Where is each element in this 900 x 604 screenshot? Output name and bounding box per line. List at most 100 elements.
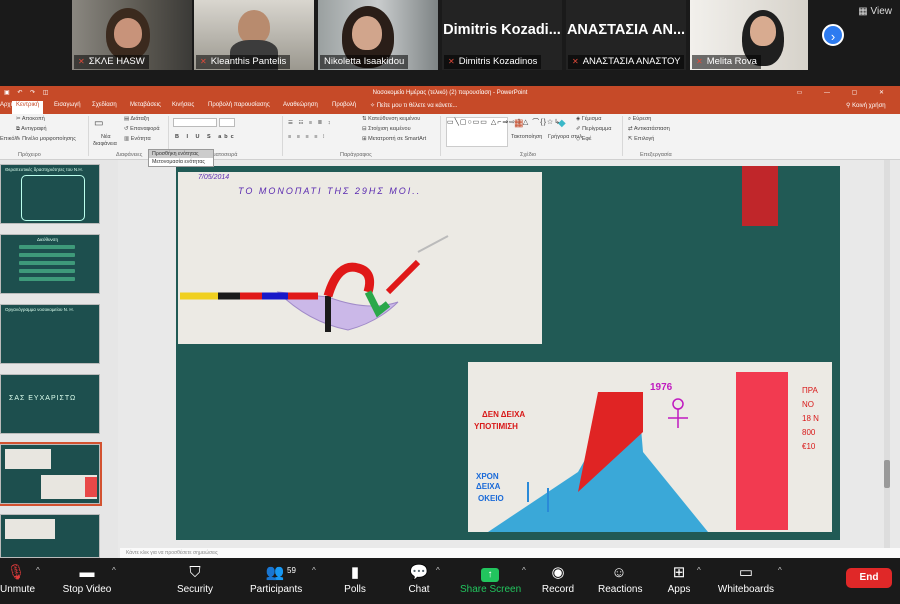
tab-insert[interactable]: Εισαγωγή bbox=[54, 102, 81, 108]
share-button[interactable]: ⚲ Κοινή χρήση bbox=[846, 102, 886, 109]
unmute-button[interactable]: 🎙 Unmute bbox=[0, 562, 36, 602]
slide-thumbnail-selected[interactable] bbox=[0, 442, 102, 506]
layout-button[interactable]: ▤ Διάταξη bbox=[124, 116, 149, 122]
shape-effects-button[interactable]: ◇ Εφέ bbox=[576, 136, 591, 142]
stop-video-label: Stop Video bbox=[62, 584, 112, 595]
slide-thumbnail[interactable]: Διεύθυνση bbox=[0, 234, 100, 294]
font-name-box[interactable] bbox=[173, 118, 217, 127]
slide-thumbnail[interactable]: ΣΑΣ ΕΥΧΑΡΙΣΤΩ bbox=[0, 374, 100, 434]
smartart-button[interactable]: ⊞ Μετατροπή σε SmartArt bbox=[362, 136, 426, 142]
tab-slideshow[interactable]: Προβολή παρουσίασης bbox=[208, 102, 270, 108]
vertical-scrollbar[interactable] bbox=[884, 160, 890, 548]
record-button[interactable]: ◉ Record bbox=[540, 562, 576, 602]
text-direction-button[interactable]: ⇅ Κατεύθυνση κειμένου bbox=[362, 116, 420, 122]
select-button[interactable]: ⇱ Επιλογή bbox=[628, 136, 654, 142]
view-button[interactable]: ▦ View bbox=[858, 6, 892, 17]
stop-video-button[interactable]: ▬ Stop Video bbox=[62, 562, 112, 602]
chevron-up-icon[interactable]: ^ bbox=[522, 566, 526, 575]
group-label-slides: Διαφάνειες bbox=[116, 152, 143, 158]
participant-tile[interactable]: ΑΝΑΣΤΑΣΙΑ ΑΝ... ✕ ΑΝΑΣΤΑΣΙΑ ΑΝΑΣΤΟΥ bbox=[566, 0, 686, 70]
chevron-up-icon[interactable]: ^ bbox=[112, 566, 116, 575]
slide-thumbnails-pane: Θεραπευτικές δραστηριότητες του Ν.Η. Διε… bbox=[0, 160, 118, 558]
shape-outline-button[interactable]: ✐ Περίγραμμα bbox=[576, 126, 612, 132]
drawing-text: ΔΕΝ ΔΕΙΧΑ bbox=[482, 410, 526, 419]
find-button[interactable]: ⌕ Εύρεση bbox=[628, 116, 651, 123]
copy-button[interactable]: ⧉ Αντιγραφή bbox=[16, 126, 47, 133]
end-meeting-button[interactable]: End bbox=[846, 568, 892, 588]
slide-thumbnail[interactable]: Θεραπευτικές δραστηριότητες του Ν.Η. bbox=[0, 164, 100, 224]
tab-review[interactable]: Αναθεώρηση bbox=[283, 102, 318, 108]
tab-design[interactable]: Σχεδίαση bbox=[92, 102, 117, 108]
next-page-button[interactable]: › bbox=[822, 24, 844, 46]
window-controls[interactable]: ▭ — ▢ ✕ bbox=[797, 86, 894, 100]
security-button[interactable]: ⛉ Security bbox=[176, 562, 214, 602]
thumbnail-photo bbox=[5, 449, 51, 469]
tab-home[interactable]: Κεντρική bbox=[12, 101, 44, 114]
quick-access-icons[interactable]: ▣ ↶ ↷ ◫ bbox=[4, 86, 51, 100]
chevron-up-icon[interactable]: ^ bbox=[778, 566, 782, 575]
tab-transitions[interactable]: Μεταβάσεις bbox=[130, 102, 161, 108]
thumbnail-title: Διεύθυνση bbox=[37, 237, 58, 242]
group-label-editing: Επεξεργασία bbox=[640, 152, 672, 158]
muted-mic-icon: ✕ bbox=[696, 57, 703, 66]
slide-thumbnail[interactable]: Οργανόγραμμα νοσοκομείου Ν. Η. bbox=[0, 304, 100, 364]
tab-animations[interactable]: Κινήσεις bbox=[172, 102, 194, 108]
new-slide-button[interactable]: Νέα bbox=[101, 134, 111, 140]
thumbnail-red-mark bbox=[85, 477, 97, 497]
shield-icon: ⛉ bbox=[189, 564, 201, 581]
chevron-up-icon[interactable]: ^ bbox=[436, 566, 440, 575]
cut-button[interactable]: ✂ Αποκοπή bbox=[16, 116, 45, 122]
alignment-buttons[interactable]: ≡ ≡ ≡ ≡ ⁞ bbox=[288, 134, 326, 140]
chat-button[interactable]: 💬 Chat bbox=[406, 562, 432, 602]
muted-mic-icon: ✕ bbox=[200, 57, 207, 66]
participant-strip: ✕ ΣΚΛΕ HASW ✕ Kleanthis Pantelis Nikoletta… bbox=[0, 0, 900, 86]
reactions-button[interactable]: ☺ Reactions bbox=[598, 562, 643, 602]
thumbnail-bar bbox=[19, 269, 75, 273]
replace-button[interactable]: ⇄ Αντικατάσταση bbox=[628, 126, 670, 132]
paste-button[interactable]: Επικόλ. bbox=[0, 136, 19, 142]
menu-item-add-section[interactable]: Προσθήκη ενότητας bbox=[149, 150, 213, 158]
apps-button[interactable]: ⊞ Apps bbox=[666, 562, 692, 602]
face bbox=[352, 16, 382, 50]
smiley-plus-icon: ☺ bbox=[611, 564, 627, 581]
share-screen-button[interactable]: ↑ Share Screen bbox=[460, 562, 521, 602]
record-icon: ◉ bbox=[551, 564, 565, 581]
shape-fill-button[interactable]: ◈ Γέμισμα bbox=[576, 116, 601, 122]
chevron-up-icon[interactable]: ^ bbox=[312, 566, 316, 575]
notes-pane[interactable]: Κάντε κλικ για να προσθέσετε σημειώσεις bbox=[120, 548, 900, 558]
reactions-label: Reactions bbox=[598, 584, 643, 595]
arrange-button[interactable]: Τακτοποίηση bbox=[511, 134, 542, 140]
participant-tile[interactable]: ✕ ΣΚΛΕ HASW bbox=[72, 0, 192, 70]
drawing-photo-path: 7/05/2014 ΤΟ ΜΟΝΟΠΑΤΙ ΤΗΣ 29ΗΣ ΜΟΙ.. bbox=[178, 172, 542, 344]
face bbox=[750, 16, 776, 46]
participant-tile[interactable]: ✕ Melita Rova bbox=[690, 0, 808, 70]
side-text-line: 18 Ν bbox=[802, 414, 819, 423]
participant-display-name: ΑΝΑΣΤΑΣΙΑ ΑΝ... bbox=[566, 22, 686, 38]
shapes-gallery[interactable]: ▭╲▢○▭▭ △⌐⇒⇨⇩△ ⌒{}☆↳ bbox=[446, 117, 560, 147]
align-text-button[interactable]: ⊟ Στοίχιση κειμένου bbox=[362, 126, 411, 132]
polls-button[interactable]: ▮ Polls bbox=[342, 562, 368, 602]
font-format-buttons[interactable]: B I U S abc bbox=[175, 134, 237, 140]
participant-name: ✕ Melita Rova bbox=[692, 55, 761, 69]
paragraph-buttons[interactable]: ☰ ☷ ≡ ≣ ↕ bbox=[288, 120, 333, 126]
group-divider bbox=[282, 116, 283, 156]
current-slide[interactable]: 7/05/2014 ΤΟ ΜΟΝΟΠΑΤΙ ΤΗΣ 29ΗΣ ΜΟΙ.. 197… bbox=[176, 166, 840, 540]
menu-item-rename-section[interactable]: Μετονομασία ενότητας bbox=[149, 158, 213, 166]
font-size-box[interactable] bbox=[219, 118, 235, 127]
tell-me-box[interactable]: ✧ Πείτε μου τι θέλετε να κάνετε... bbox=[370, 102, 458, 109]
reset-button[interactable]: ↺ Επαναφορά bbox=[124, 126, 160, 132]
participant-tile-active-speaker[interactable]: Nikoletta Isaakidou bbox=[318, 0, 438, 70]
slide-thumbnail[interactable] bbox=[0, 514, 100, 558]
polls-label: Polls bbox=[344, 584, 366, 595]
scrollbar-thumb[interactable] bbox=[884, 460, 890, 488]
whiteboards-button[interactable]: ▭ Whiteboards bbox=[716, 562, 776, 602]
tab-view[interactable]: Προβολή bbox=[332, 102, 356, 108]
participant-tile[interactable]: Dimitris Kozadi... ✕ Dimitris Kozadinos bbox=[442, 0, 562, 70]
section-button[interactable]: ▥ Ενότητα bbox=[124, 136, 151, 142]
chevron-up-icon[interactable]: ^ bbox=[36, 566, 40, 575]
chevron-up-icon[interactable]: ^ bbox=[697, 566, 701, 575]
new-slide-label: διαφάνεια bbox=[93, 141, 117, 147]
format-painter-button[interactable]: ✎ Πινέλο μορφοποίησης bbox=[16, 136, 76, 142]
unmute-label: Unmute bbox=[0, 584, 36, 595]
participant-tile[interactable]: ✕ Kleanthis Pantelis bbox=[194, 0, 314, 70]
